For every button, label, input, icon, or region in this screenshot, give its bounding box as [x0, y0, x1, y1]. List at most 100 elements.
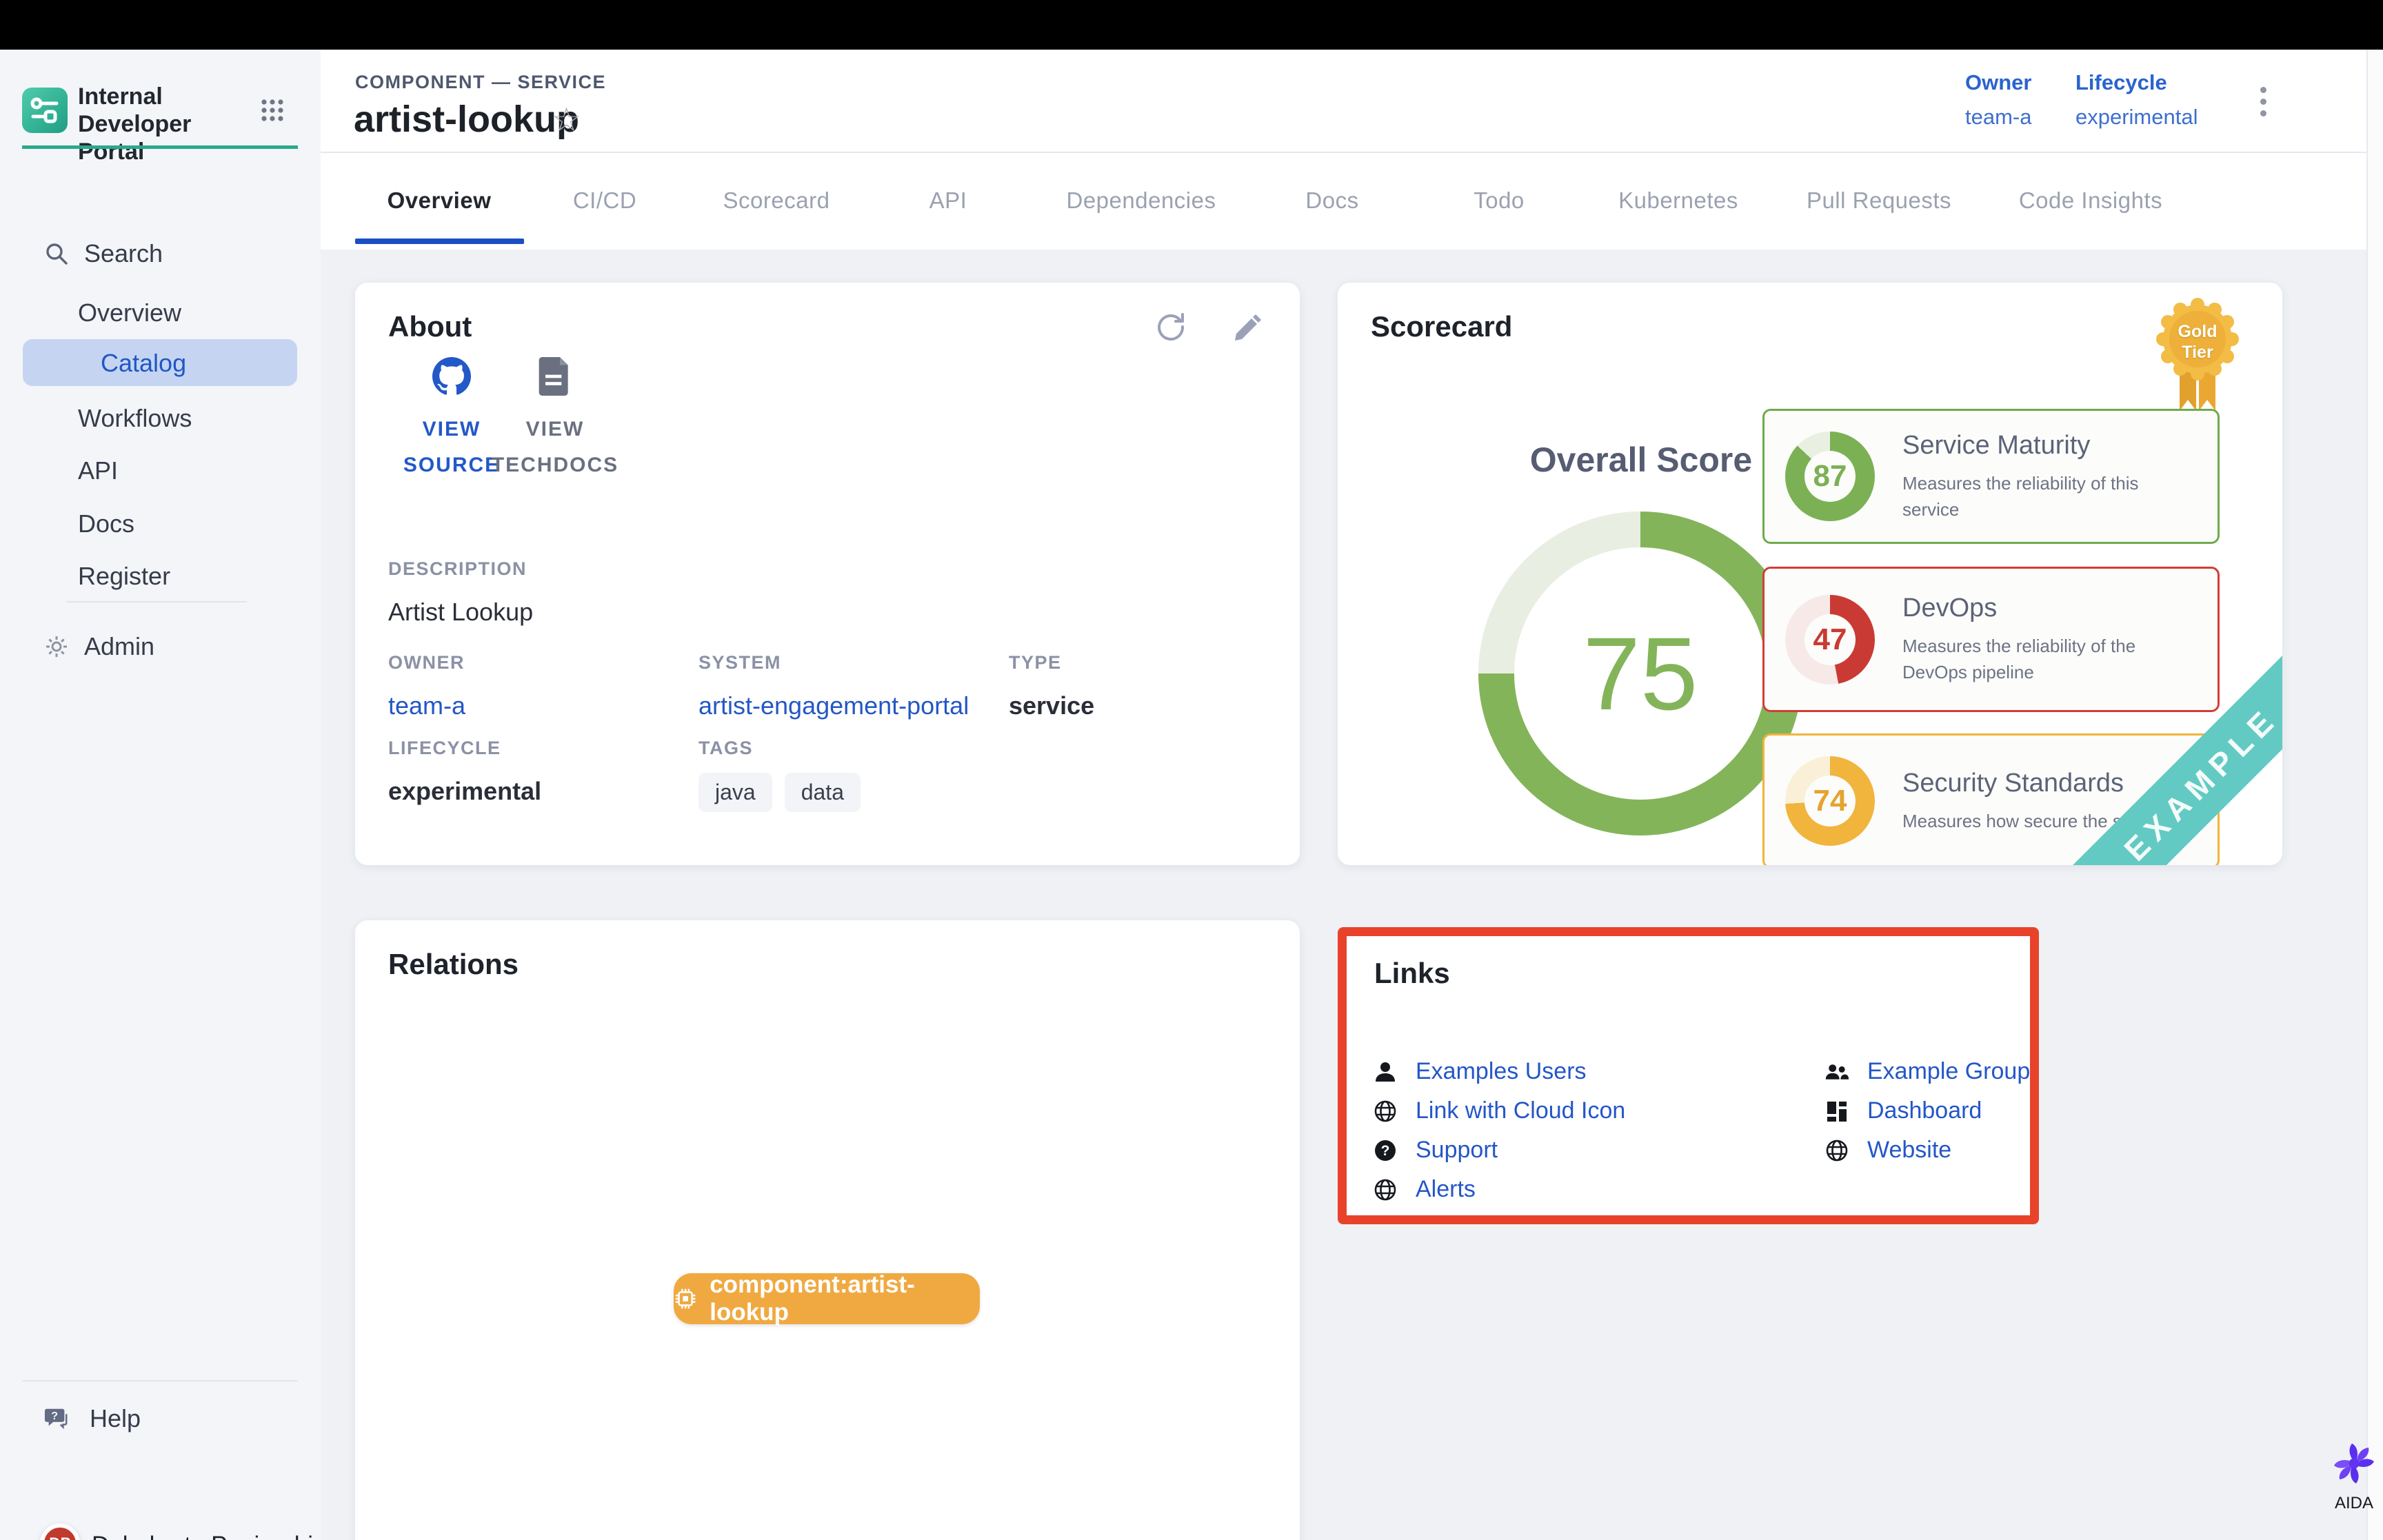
link-label: Website: [1867, 1137, 1951, 1164]
links-card-highlighted: Links Examples Users Link with Cloud Ico…: [1338, 927, 2039, 1224]
breadcrumb-kind: COMPONENT — SERVICE: [355, 72, 606, 93]
link-examples-users[interactable]: Examples Users: [1373, 1052, 1625, 1091]
globe-icon: [1373, 1099, 1398, 1124]
lifecycle-label: Lifecycle: [2075, 70, 2198, 95]
portal-logo[interactable]: [22, 88, 68, 133]
aida-assistant-widget[interactable]: AIDA: [2322, 1441, 2383, 1513]
tab-api[interactable]: API: [929, 188, 967, 214]
metric-service-maturity[interactable]: 87 Service Maturity Measures the reliabi…: [1762, 409, 2220, 544]
owner-value[interactable]: team-a: [1965, 105, 2031, 130]
app-window: Internal Developer Portal Search Overvie…: [0, 0, 2383, 1540]
sidebar-item-catalog[interactable]: Catalog: [23, 339, 297, 386]
link-alerts[interactable]: Alerts: [1373, 1170, 1625, 1209]
relations-node-pill[interactable]: component:artist-lookup: [674, 1273, 980, 1324]
edit-pencil-icon[interactable]: [1231, 310, 1264, 343]
aida-label: AIDA: [2322, 1494, 2383, 1513]
metric-value: 47: [1813, 622, 1847, 657]
sidebar-item-overview[interactable]: Overview: [0, 294, 321, 332]
tab-cicd[interactable]: CI/CD: [573, 188, 636, 214]
scorecard-title: Scorecard: [1371, 310, 1512, 343]
entity-tabbar: Overview CI/CD Scorecard API Dependencie…: [321, 154, 2366, 250]
refresh-icon[interactable]: [1154, 310, 1187, 343]
sidebar-item-admin[interactable]: Admin: [0, 627, 321, 666]
link-support[interactable]: ? Support: [1373, 1131, 1625, 1170]
lifecycle-value: experimental: [2075, 105, 2198, 130]
tab-pull-requests[interactable]: Pull Requests: [1807, 188, 1951, 214]
content-area: About VIEW SOURCE: [321, 250, 2366, 1540]
portal-title: Internal Developer Portal: [78, 83, 237, 165]
owner-field-label: OWNER: [388, 652, 465, 673]
person-icon: [1373, 1060, 1398, 1084]
sidebar-divider: [66, 601, 247, 602]
brand-divider: [22, 145, 298, 149]
help-circle-icon: ?: [1373, 1138, 1398, 1163]
system-field-value[interactable]: artist-engagement-portal: [698, 691, 969, 720]
sidebar-item-label: Catalog: [101, 349, 186, 378]
sidebar-item-label: API: [78, 456, 118, 485]
tag-chip[interactable]: java: [698, 773, 772, 812]
metric-ring: 47: [1785, 595, 1875, 685]
description-label: DESCRIPTION: [388, 558, 533, 580]
user-avatar[interactable]: DP: [40, 1523, 80, 1540]
header-lifecycle: Lifecycle experimental: [2075, 70, 2198, 130]
tab-overview[interactable]: Overview: [388, 188, 492, 214]
overall-score-donut: 75: [1478, 511, 1802, 835]
sidebar-item-label: Register: [78, 562, 170, 591]
relations-node-label: component:artist-lookup: [710, 1271, 980, 1326]
sidebar-item-docs[interactable]: Docs: [0, 505, 321, 543]
github-icon: [432, 357, 471, 396]
lifecycle-field-label: LIFECYCLE: [388, 738, 541, 759]
user-name[interactable]: Debabrata Panigrahi: [92, 1532, 313, 1540]
component-chip-icon: [674, 1286, 697, 1311]
metric-devops[interactable]: 47 DevOps Measures the reliability of th…: [1762, 567, 2220, 712]
link-website[interactable]: Website: [1824, 1131, 2030, 1170]
sidebar-item-label: Admin: [84, 632, 154, 661]
metric-desc: Measures the reliability of the DevOps p…: [1902, 633, 2197, 685]
tab-todo[interactable]: Todo: [1474, 188, 1525, 214]
link-label: Example Group: [1867, 1058, 2030, 1085]
sidebar-item-workflows[interactable]: Workflows: [0, 399, 321, 438]
owner-label: Owner: [1965, 70, 2031, 95]
tab-code-insights[interactable]: Code Insights: [2019, 188, 2162, 214]
metric-ring: 87: [1785, 432, 1875, 521]
sidebar-bottom-divider: [22, 1380, 298, 1381]
entity-header: [321, 50, 2366, 153]
sidebar-search[interactable]: Search: [0, 234, 321, 273]
more-options-icon[interactable]: [2246, 81, 2280, 125]
relations-title: Relations: [388, 948, 519, 981]
tab-scorecard[interactable]: Scorecard: [723, 188, 830, 214]
link-with-cloud-icon[interactable]: Link with Cloud Icon: [1373, 1091, 1625, 1131]
scorecard-card: Scorecard Gold Tier Overall Scor: [1338, 283, 2282, 865]
view-techdocs-link[interactable]: VIEW TECHDOCS: [486, 357, 624, 483]
link-label: Examples Users: [1416, 1058, 1587, 1085]
tab-dependencies[interactable]: Dependencies: [1067, 188, 1216, 214]
apps-grid-icon[interactable]: [261, 99, 284, 122]
globe-icon: [1824, 1138, 1849, 1163]
sidebar-item-label: Docs: [78, 509, 134, 538]
sidebar: Internal Developer Portal Search Overvie…: [0, 50, 321, 1540]
tag-chip[interactable]: data: [785, 773, 861, 812]
system-field-label: SYSTEM: [698, 652, 969, 673]
metric-name: DevOps: [1902, 594, 2197, 623]
vertical-scrollbar[interactable]: [2366, 50, 2383, 1540]
type-field-label: TYPE: [1009, 652, 1094, 673]
link-label: Support: [1416, 1137, 1498, 1164]
svg-text:?: ?: [1381, 1143, 1390, 1159]
links-title: Links: [1374, 957, 1450, 990]
owner-field-value[interactable]: team-a: [388, 691, 465, 720]
link-example-group[interactable]: Example Group: [1824, 1052, 2030, 1091]
tab-kubernetes[interactable]: Kubernetes: [1618, 188, 1738, 214]
link-dashboard[interactable]: Dashboard: [1824, 1091, 2030, 1131]
favorite-star-icon[interactable]: ☆: [552, 101, 581, 139]
tab-docs[interactable]: Docs: [1305, 188, 1358, 214]
top-black-bar: [0, 0, 2383, 50]
sidebar-item-api[interactable]: API: [0, 452, 321, 490]
metric-name: Service Maturity: [1902, 431, 2197, 460]
link-label: Alerts: [1416, 1176, 1476, 1203]
sidebar-item-register[interactable]: Register: [0, 557, 321, 596]
overall-score-value: 75: [1583, 614, 1698, 733]
header-owner[interactable]: Owner team-a: [1965, 70, 2031, 130]
aida-flower-icon: [2331, 1441, 2377, 1486]
sidebar-item-help[interactable]: ? Help: [0, 1399, 321, 1438]
metric-value: 87: [1813, 459, 1847, 494]
